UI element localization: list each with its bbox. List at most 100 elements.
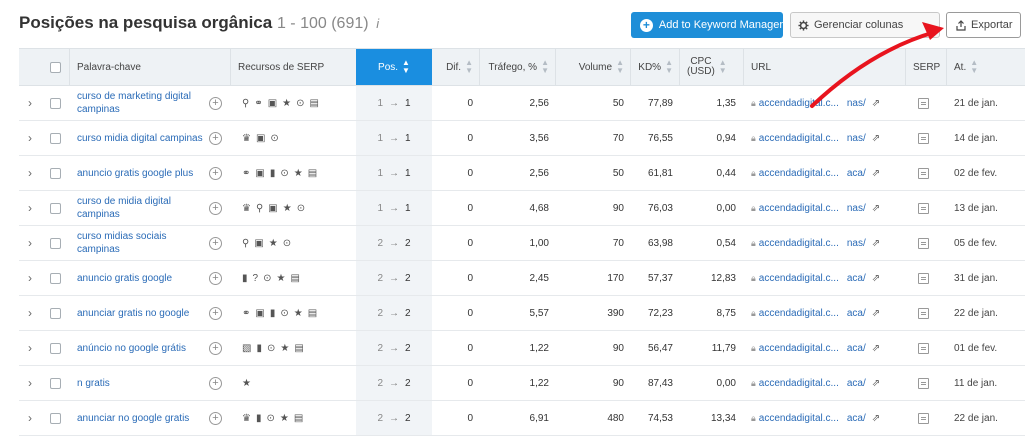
url-path-link[interactable]: nas/ [847, 203, 866, 214]
table-row[interactable]: › curso midia digital campinas + ♛ ▣ ⊙ 1 → 1 0 3,5… [19, 121, 1025, 156]
row-checkbox[interactable] [50, 412, 61, 424]
expand-chevron-icon[interactable]: › [28, 296, 40, 330]
row-checkbox[interactable] [50, 97, 61, 109]
url-domain-link[interactable]: accendadigital.c... [759, 308, 839, 319]
serp-snapshot-icon[interactable] [918, 97, 929, 109]
url-path-link[interactable]: nas/ [847, 133, 866, 144]
table-row[interactable]: › n gratis + ★ 2 → 2 0 1,22 90 87,43 0,00 🔒︎ accendad… [19, 366, 1025, 401]
row-checkbox-cell[interactable] [50, 121, 64, 155]
serp-snapshot-icon[interactable] [918, 237, 929, 249]
add-to-keyword-manager-button[interactable]: + Add to Keyword Manager [631, 12, 783, 38]
url-domain-link[interactable]: accendadigital.c... [759, 413, 839, 424]
serp-snapshot-icon[interactable] [918, 202, 929, 214]
serp-snapshot-icon[interactable] [918, 272, 929, 284]
row-checkbox-cell[interactable] [50, 86, 64, 120]
row-checkbox-cell[interactable] [50, 191, 64, 225]
add-circle-icon[interactable]: + [209, 96, 222, 110]
column-volume[interactable]: Volume ▲ ▼ [555, 49, 630, 85]
url-domain-link[interactable]: accendadigital.c... [759, 168, 839, 179]
add-keyword-cell[interactable]: + [209, 331, 225, 365]
table-row[interactable]: › curso midias sociais campinas + ⚲ ▣ ★ ⊙ 2 → 2 0 1… [19, 226, 1025, 261]
external-link-icon[interactable]: ⇗ [872, 308, 880, 319]
keyword-link[interactable]: curso midia digital campinas [77, 132, 203, 145]
add-keyword-cell[interactable]: + [209, 401, 225, 435]
export-button[interactable]: Exportar [946, 12, 1021, 38]
row-checkbox[interactable] [50, 377, 61, 389]
serp-snapshot-icon[interactable] [918, 412, 929, 424]
url-path-link[interactable]: nas/ [847, 98, 866, 109]
url-path-link[interactable]: nas/ [847, 238, 866, 249]
serp-snapshot-cell[interactable] [918, 226, 938, 260]
add-circle-icon[interactable]: + [209, 341, 222, 355]
row-checkbox-cell[interactable] [50, 401, 64, 435]
table-row[interactable]: › anunciar no google gratis + ♛ ▮ ⊙ ★ ▤ 2 → 2 0 6,91… [19, 401, 1025, 436]
column-keyword[interactable]: Palavra-chave [77, 49, 227, 85]
add-circle-icon[interactable]: + [209, 376, 222, 390]
add-circle-icon[interactable]: + [209, 236, 222, 250]
row-checkbox-cell[interactable] [50, 226, 64, 260]
expand-chevron-icon[interactable]: › [28, 226, 40, 260]
add-circle-icon[interactable]: + [209, 411, 222, 425]
url-domain-link[interactable]: accendadigital.c... [759, 133, 839, 144]
table-row[interactable]: › anuncio gratis google + ▮? ⊙ ★ ▤ 2 → 2 0 2,45 170 5… [19, 261, 1025, 296]
serp-snapshot-icon[interactable] [918, 342, 929, 354]
expand-chevron-icon[interactable]: › [28, 121, 40, 155]
table-row[interactable]: › curso de midia digital campinas + ♛ ⚲ ▣ ★ ⊙ 1 →… [19, 191, 1025, 226]
add-keyword-cell[interactable]: + [209, 121, 225, 155]
table-row[interactable]: › anúncio no google grátis + ▧ ▮ ⊙ ★ ▤ 2 → 2 0 1,22 9… [19, 331, 1025, 366]
add-circle-icon[interactable]: + [209, 271, 222, 285]
external-link-icon[interactable]: ⇗ [872, 203, 880, 214]
table-row[interactable]: › anunciar gratis no google + ⚭ ▣ ▮ ⊙ ★ ▤ 2 → 2 0 5,5… [19, 296, 1025, 331]
serp-snapshot-icon[interactable] [918, 307, 929, 319]
url-path-link[interactable]: aca/ [847, 343, 866, 354]
add-keyword-cell[interactable]: + [209, 86, 225, 120]
expand-chevron-icon[interactable]: › [28, 401, 40, 435]
keyword-link[interactable]: anunciar no google gratis [77, 412, 189, 425]
add-circle-icon[interactable]: + [209, 201, 222, 215]
external-link-icon[interactable]: ⇗ [872, 168, 880, 179]
row-checkbox-cell[interactable] [50, 261, 64, 295]
row-checkbox[interactable] [50, 272, 61, 284]
serp-snapshot-icon[interactable] [918, 132, 929, 144]
add-keyword-cell[interactable]: + [209, 191, 225, 225]
url-path-link[interactable]: aca/ [847, 413, 866, 424]
external-link-icon[interactable]: ⇗ [872, 273, 880, 284]
url-domain-link[interactable]: accendadigital.c... [759, 378, 839, 389]
external-link-icon[interactable]: ⇗ [872, 98, 880, 109]
external-link-icon[interactable]: ⇗ [872, 378, 880, 389]
keyword-link[interactable]: curso de midia digital campinas [77, 195, 207, 221]
keyword-link[interactable]: n gratis [77, 377, 110, 390]
add-keyword-cell[interactable]: + [209, 226, 225, 260]
info-icon[interactable]: i [376, 16, 379, 31]
url-path-link[interactable]: aca/ [847, 273, 866, 284]
keyword-link[interactable]: anuncio gratis google [77, 272, 172, 285]
add-keyword-cell[interactable]: + [209, 296, 225, 330]
table-row[interactable]: › curso de marketing digital campinas + ⚲ ⚭ ▣… [19, 86, 1025, 121]
keyword-link[interactable]: curso midias sociais campinas [77, 230, 207, 256]
row-checkbox-cell[interactable] [50, 156, 64, 190]
keyword-link[interactable]: anuncio gratis google plus [77, 167, 193, 180]
add-keyword-cell[interactable]: + [209, 261, 225, 295]
url-domain-link[interactable]: accendadigital.c... [759, 273, 839, 284]
serp-snapshot-cell[interactable] [918, 156, 938, 190]
expand-chevron-icon[interactable]: › [28, 261, 40, 295]
url-domain-link[interactable]: accendadigital.c... [759, 203, 839, 214]
external-link-icon[interactable]: ⇗ [872, 133, 880, 144]
column-updated[interactable]: At. ▲ ▼ [954, 49, 1014, 85]
manage-columns-button[interactable]: Gerenciar colunas [790, 12, 940, 38]
select-all-checkbox[interactable] [50, 61, 61, 73]
expand-chevron-icon[interactable]: › [28, 366, 40, 400]
add-circle-icon[interactable]: + [209, 166, 222, 180]
keyword-link[interactable]: curso de marketing digital campinas [77, 90, 207, 116]
column-position[interactable]: Pos. ▲ ▼ [356, 49, 432, 85]
add-circle-icon[interactable]: + [209, 306, 222, 320]
expand-chevron-icon[interactable]: › [28, 86, 40, 120]
column-kd[interactable]: KD% ▲ ▼ [630, 49, 679, 85]
add-keyword-cell[interactable]: + [209, 156, 225, 190]
url-path-link[interactable]: aca/ [847, 168, 866, 179]
url-path-link[interactable]: aca/ [847, 378, 866, 389]
row-checkbox[interactable] [50, 237, 61, 249]
add-keyword-cell[interactable]: + [209, 366, 225, 400]
serp-snapshot-icon[interactable] [918, 377, 929, 389]
table-row[interactable]: › anuncio gratis google plus + ⚭ ▣ ▮ ⊙ ★ ▤ 1 → 1 0 2,… [19, 156, 1025, 191]
